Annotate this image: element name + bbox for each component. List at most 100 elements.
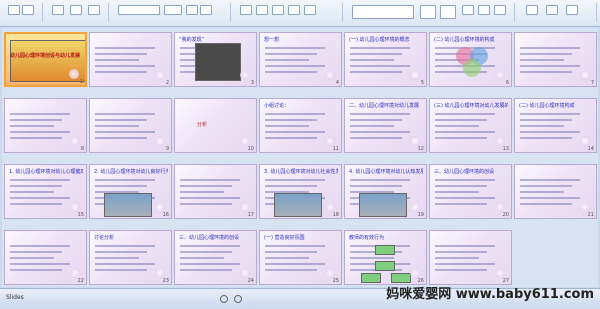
text-line — [95, 113, 155, 115]
slide-title: 三、幼儿园心理环境的创设 — [179, 235, 240, 241]
slide-thumbnail[interactable]: (三) 幼儿园心理环境对幼儿发展的作用 13 — [429, 98, 512, 153]
text-line — [520, 71, 572, 73]
slide-thumbnail[interactable]: (二) 幼儿园心理环境构成 14 — [514, 98, 597, 153]
shape-outline-icon[interactable] — [478, 5, 490, 15]
slide-number: 16 — [162, 212, 169, 218]
slide-title: 2. 幼儿园心理环境对幼儿良好行为的影响 — [94, 169, 168, 175]
text-line — [95, 245, 155, 247]
numbering-icon[interactable] — [256, 5, 268, 15]
slide-thumbnail[interactable]: 7 — [514, 32, 597, 87]
text-line — [350, 137, 402, 139]
slide-thumbnail[interactable]: (二) 幼儿园心理环境的构成 6 — [429, 32, 512, 87]
slide-photo — [104, 193, 152, 217]
flower-decoration — [155, 70, 165, 80]
italic-icon[interactable] — [200, 5, 212, 15]
slide-title: 教师的有效行为 — [349, 235, 385, 241]
text-line — [520, 53, 572, 55]
flower-decoration — [240, 202, 250, 212]
shape-fill-icon[interactable] — [462, 5, 474, 15]
flower-decoration — [155, 268, 165, 278]
find-icon[interactable] — [526, 5, 538, 15]
text-line — [520, 113, 580, 115]
text-line — [10, 257, 54, 259]
select-icon[interactable] — [566, 5, 578, 15]
slide-title: 3. 幼儿园心理环境对幼儿社会性发展的影响 — [264, 169, 338, 175]
slide-thumbnail[interactable]: 三、幼儿园心理环境的创设 20 — [429, 164, 512, 219]
arrange-icon[interactable] — [420, 5, 436, 19]
shape-effects-icon[interactable] — [494, 5, 506, 15]
slide-thumbnail[interactable]: 27 — [429, 230, 512, 285]
flower-decoration — [325, 268, 335, 278]
text-line — [350, 65, 410, 67]
text-line — [435, 179, 495, 181]
new-slide-icon[interactable] — [52, 5, 64, 15]
text-line — [520, 125, 564, 127]
slide-title: 二、幼儿园心理环境对幼儿发展 — [349, 103, 420, 109]
slide-number: 14 — [587, 146, 594, 152]
align-right-icon[interactable] — [304, 5, 316, 15]
slide-thumbnail[interactable]: 想一想 4 — [259, 32, 342, 87]
slide-number: 23 — [162, 278, 169, 284]
slide-thumbnail[interactable]: 2 — [89, 32, 172, 87]
delete-slide-icon[interactable] — [88, 5, 100, 15]
slide-thumbnail[interactable]: 1. 幼儿园心理环境对幼儿心理健康的影响 15 — [4, 164, 87, 219]
layout-icon[interactable] — [70, 5, 82, 15]
slide-thumbnail[interactable]: 幼儿园心理环境创设与幼儿发展 1 — [4, 32, 87, 87]
bullets-icon[interactable] — [240, 5, 252, 15]
font-size-box[interactable] — [164, 5, 182, 15]
text-line — [265, 263, 325, 265]
zoom-in-icon[interactable] — [234, 295, 242, 303]
slide-thumbnail[interactable]: 17 — [174, 164, 257, 219]
slide-thumbnail[interactable]: 8 — [4, 98, 87, 153]
slide-title: 分析 — [197, 122, 208, 128]
flower-decoration — [410, 202, 420, 212]
bold-icon[interactable] — [186, 5, 198, 15]
slide-thumbnail[interactable]: 2. 幼儿园心理环境对幼儿良好行为的影响 16 — [89, 164, 172, 219]
slide-thumbnail[interactable]: 21 — [514, 164, 597, 219]
font-name-box[interactable] — [118, 5, 160, 15]
text-line — [10, 251, 62, 253]
align-left-icon[interactable] — [272, 5, 284, 15]
flower-decoration — [240, 136, 250, 146]
text-line — [435, 269, 487, 271]
shapes-gallery[interactable] — [352, 5, 414, 19]
flower-decoration — [325, 136, 335, 146]
align-center-icon[interactable] — [288, 5, 300, 15]
slide-title: (二) 幼儿园心理环境构成 — [519, 103, 575, 109]
text-line — [520, 191, 564, 193]
slide-thumbnail[interactable]: “我的发现” 3 — [174, 32, 257, 87]
text-line — [435, 125, 479, 127]
slide-thumbnail[interactable]: 4. 幼儿园心理环境对幼儿认知发展的影响 19 — [344, 164, 427, 219]
quick-styles-icon[interactable] — [440, 5, 456, 19]
flower-decoration — [495, 136, 505, 146]
slide-thumbnail[interactable]: 3. 幼儿园心理环境对幼儿社会性发展的影响 18 — [259, 164, 342, 219]
slide-title: “我的发现” — [179, 37, 205, 43]
slide-thumbnail[interactable]: 分析 10 — [174, 98, 257, 153]
flower-decoration — [410, 268, 420, 278]
slide-thumbnail[interactable]: 讨论分析 23 — [89, 230, 172, 285]
slide-thumbnail[interactable]: 9 — [89, 98, 172, 153]
text-line — [10, 131, 70, 133]
slide-number: 4 — [335, 80, 339, 86]
slide-thumbnail[interactable]: 教师的有效行为 26 — [344, 230, 427, 285]
cut-icon[interactable] — [22, 5, 34, 15]
text-line — [520, 179, 580, 181]
text-line — [180, 263, 240, 265]
text-line — [10, 113, 70, 115]
watermark: 妈咪爱婴网 www.baby611.com — [386, 287, 594, 302]
slide-thumbnail[interactable]: 二、幼儿园心理环境对幼儿发展 12 — [344, 98, 427, 153]
slide-thumbnail[interactable]: (一) 营造良好氛围 25 — [259, 230, 342, 285]
replace-icon[interactable] — [546, 5, 558, 15]
text-line — [265, 137, 317, 139]
slide-number: 1 — [79, 79, 83, 85]
flower-decoration — [495, 268, 505, 278]
zoom-out-icon[interactable] — [220, 295, 228, 303]
paste-icon[interactable] — [8, 5, 20, 15]
slide-thumbnail[interactable]: 小组讨论： 11 — [259, 98, 342, 153]
slide-thumbnail[interactable]: (一) 幼儿园心理环境的概念 5 — [344, 32, 427, 87]
text-line — [10, 245, 70, 247]
slide-number: 19 — [417, 212, 424, 218]
slide-number: 18 — [332, 212, 339, 218]
slide-thumbnail[interactable]: 三、幼儿园心理环境的创设 24 — [174, 230, 257, 285]
slide-thumbnail[interactable]: 22 — [4, 230, 87, 285]
